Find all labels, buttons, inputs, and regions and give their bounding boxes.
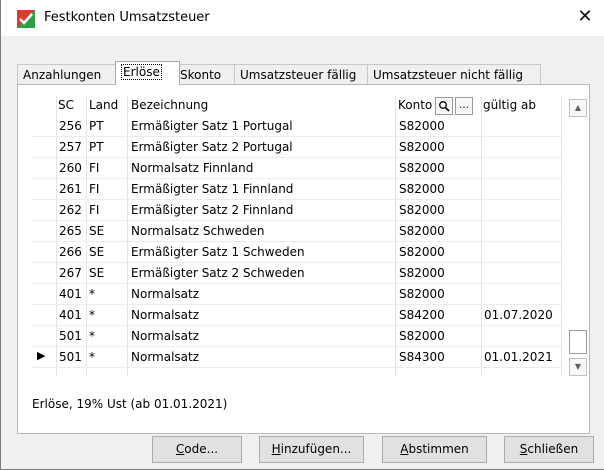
cell-konto[interactable]: S84200: [399, 308, 445, 322]
cell-sc[interactable]: 256: [59, 119, 82, 133]
magnifier-icon[interactable]: [435, 97, 453, 115]
tab-erloese[interactable]: Erlöse: [115, 61, 180, 85]
code-button[interactable]: Code...: [152, 436, 242, 463]
cell-bezeichnung[interactable]: Normalsatz Schweden: [131, 224, 264, 238]
cell-bezeichnung[interactable]: Normalsatz: [131, 308, 199, 322]
tab-umsatzsteuer-faellig[interactable]: Umsatzsteuer fällig: [234, 64, 374, 85]
cell-land[interactable]: *: [89, 350, 95, 364]
cell-gueltig[interactable]: 01.07.2020: [484, 308, 553, 322]
scroll-down-icon[interactable]: ▼: [569, 358, 587, 376]
abstimmen-button[interactable]: Abstimmen: [382, 436, 487, 463]
table-row[interactable]: 266 SE Ermäßigter Satz 1 Schweden S82000: [31, 242, 561, 263]
cell-sc[interactable]: 266: [59, 245, 82, 259]
col-divider: [561, 96, 562, 376]
cell-sc[interactable]: 260: [59, 161, 82, 175]
scroll-up-icon[interactable]: ▲: [569, 99, 587, 117]
cell-sc[interactable]: 261: [59, 182, 82, 196]
scrollbar-thumb[interactable]: [569, 330, 587, 354]
cell-land[interactable]: PT: [89, 140, 104, 154]
cell-sc[interactable]: 401: [59, 287, 82, 301]
cell-sc[interactable]: 267: [59, 266, 82, 280]
cell-sc[interactable]: 501: [59, 329, 82, 343]
cell-bezeichnung[interactable]: Normalsatz: [131, 287, 199, 301]
cell-konto[interactable]: S82000: [399, 119, 445, 133]
table-row[interactable]: 265 SE Normalsatz Schweden S82000: [31, 221, 561, 242]
table-row[interactable]: 256 PT Ermäßigter Satz 1 Portugal S82000: [31, 116, 561, 137]
cell-konto[interactable]: S82000: [399, 329, 445, 343]
cell-sc[interactable]: 265: [59, 224, 82, 238]
cell-gueltig[interactable]: 01.01.2021: [484, 350, 553, 364]
hinzufuegen-button[interactable]: Hinzufügen...: [259, 436, 364, 463]
window-title: Festkonten Umsatzsteuer: [44, 10, 210, 25]
cell-konto[interactable]: S84300: [399, 350, 445, 364]
cell-sc[interactable]: 501: [59, 350, 82, 364]
schliessen-button[interactable]: Schließen: [504, 436, 594, 463]
table-row[interactable]: 257 PT Ermäßigter Satz 2 Portugal S82000: [31, 137, 561, 158]
col-header-konto[interactable]: Konto: [398, 98, 432, 112]
cell-konto[interactable]: S82000: [399, 287, 445, 301]
cell-land[interactable]: SE: [89, 224, 104, 238]
status-text: Erlöse, 19% Ust (ab 01.01.2021): [32, 397, 228, 411]
row-divider: [31, 367, 561, 368]
cell-bezeichnung[interactable]: Ermäßigter Satz 1 Portugal: [131, 119, 293, 133]
app-logo-icon: [17, 10, 35, 28]
cell-land[interactable]: SE: [89, 266, 104, 280]
cell-bezeichnung[interactable]: Ermäßigter Satz 2 Schweden: [131, 266, 305, 280]
cell-land[interactable]: FI: [89, 203, 99, 217]
vertical-scrollbar[interactable]: ▲ ▼: [567, 96, 587, 378]
cell-sc[interactable]: 257: [59, 140, 82, 154]
cell-land[interactable]: *: [89, 329, 95, 343]
tab-anzahlungen[interactable]: Anzahlungen: [17, 64, 121, 85]
tab-umsatzsteuer-nicht-faellig[interactable]: Umsatzsteuer nicht fällig: [367, 64, 541, 85]
cell-land[interactable]: SE: [89, 245, 104, 259]
table-row[interactable]: ▶ 501 * Normalsatz S84300 01.01.2021: [31, 347, 561, 368]
accounts-table[interactable]: SC Land Bezeichnung Konto … gültig ab 25…: [31, 96, 562, 376]
cell-bezeichnung[interactable]: Normalsatz: [131, 350, 199, 364]
ellipsis-icon[interactable]: …: [455, 97, 473, 115]
cell-konto[interactable]: S82000: [399, 245, 445, 259]
cell-bezeichnung[interactable]: Ermäßigter Satz 2 Finnland: [131, 203, 293, 217]
cell-konto[interactable]: S82000: [399, 182, 445, 196]
cell-konto[interactable]: S82000: [399, 224, 445, 238]
cell-land[interactable]: PT: [89, 119, 104, 133]
cell-bezeichnung[interactable]: Normalsatz Finnland: [131, 161, 253, 175]
table-row[interactable]: 267 SE Ermäßigter Satz 2 Schweden S82000: [31, 263, 561, 284]
cell-bezeichnung[interactable]: Normalsatz: [131, 329, 199, 343]
col-header-gueltig-ab[interactable]: gültig ab: [483, 98, 536, 112]
col-header-land[interactable]: Land: [89, 98, 118, 112]
cell-land[interactable]: *: [89, 287, 95, 301]
tab-skonto[interactable]: Skonto: [174, 64, 240, 85]
cell-land[interactable]: FI: [89, 182, 99, 196]
table-row[interactable]: 261 FI Ermäßigter Satz 1 Finnland S82000: [31, 179, 561, 200]
table-row[interactable]: 401 * Normalsatz S82000: [31, 284, 561, 305]
cell-konto[interactable]: S82000: [399, 266, 445, 280]
col-header-sc[interactable]: SC: [58, 98, 74, 112]
title-bar: Festkonten Umsatzsteuer ✕: [1, 0, 604, 36]
cell-land[interactable]: FI: [89, 161, 99, 175]
cell-sc[interactable]: 262: [59, 203, 82, 217]
cell-bezeichnung[interactable]: Ermäßigter Satz 2 Portugal: [131, 140, 293, 154]
table-row[interactable]: 501 * Normalsatz S82000: [31, 326, 561, 347]
dialog-window: Festkonten Umsatzsteuer ✕ Anzahlungen Er…: [0, 0, 604, 470]
table-row[interactable]: 260 FI Normalsatz Finnland S82000: [31, 158, 561, 179]
table-row[interactable]: 262 FI Ermäßigter Satz 2 Finnland S82000: [31, 200, 561, 221]
cell-sc[interactable]: 401: [59, 308, 82, 322]
col-header-bezeichnung[interactable]: Bezeichnung: [131, 98, 208, 112]
cell-bezeichnung[interactable]: Ermäßigter Satz 1 Finnland: [131, 182, 293, 196]
close-icon[interactable]: ✕: [574, 5, 596, 29]
cell-konto[interactable]: S82000: [399, 140, 445, 154]
cell-land[interactable]: *: [89, 308, 95, 322]
table-row[interactable]: 401 * Normalsatz S84200 01.07.2020: [31, 305, 561, 326]
cell-konto[interactable]: S82000: [399, 203, 445, 217]
cell-bezeichnung[interactable]: Ermäßigter Satz 1 Schweden: [131, 245, 305, 259]
cell-konto[interactable]: S82000: [399, 161, 445, 175]
current-row-marker-icon: ▶: [37, 349, 46, 362]
